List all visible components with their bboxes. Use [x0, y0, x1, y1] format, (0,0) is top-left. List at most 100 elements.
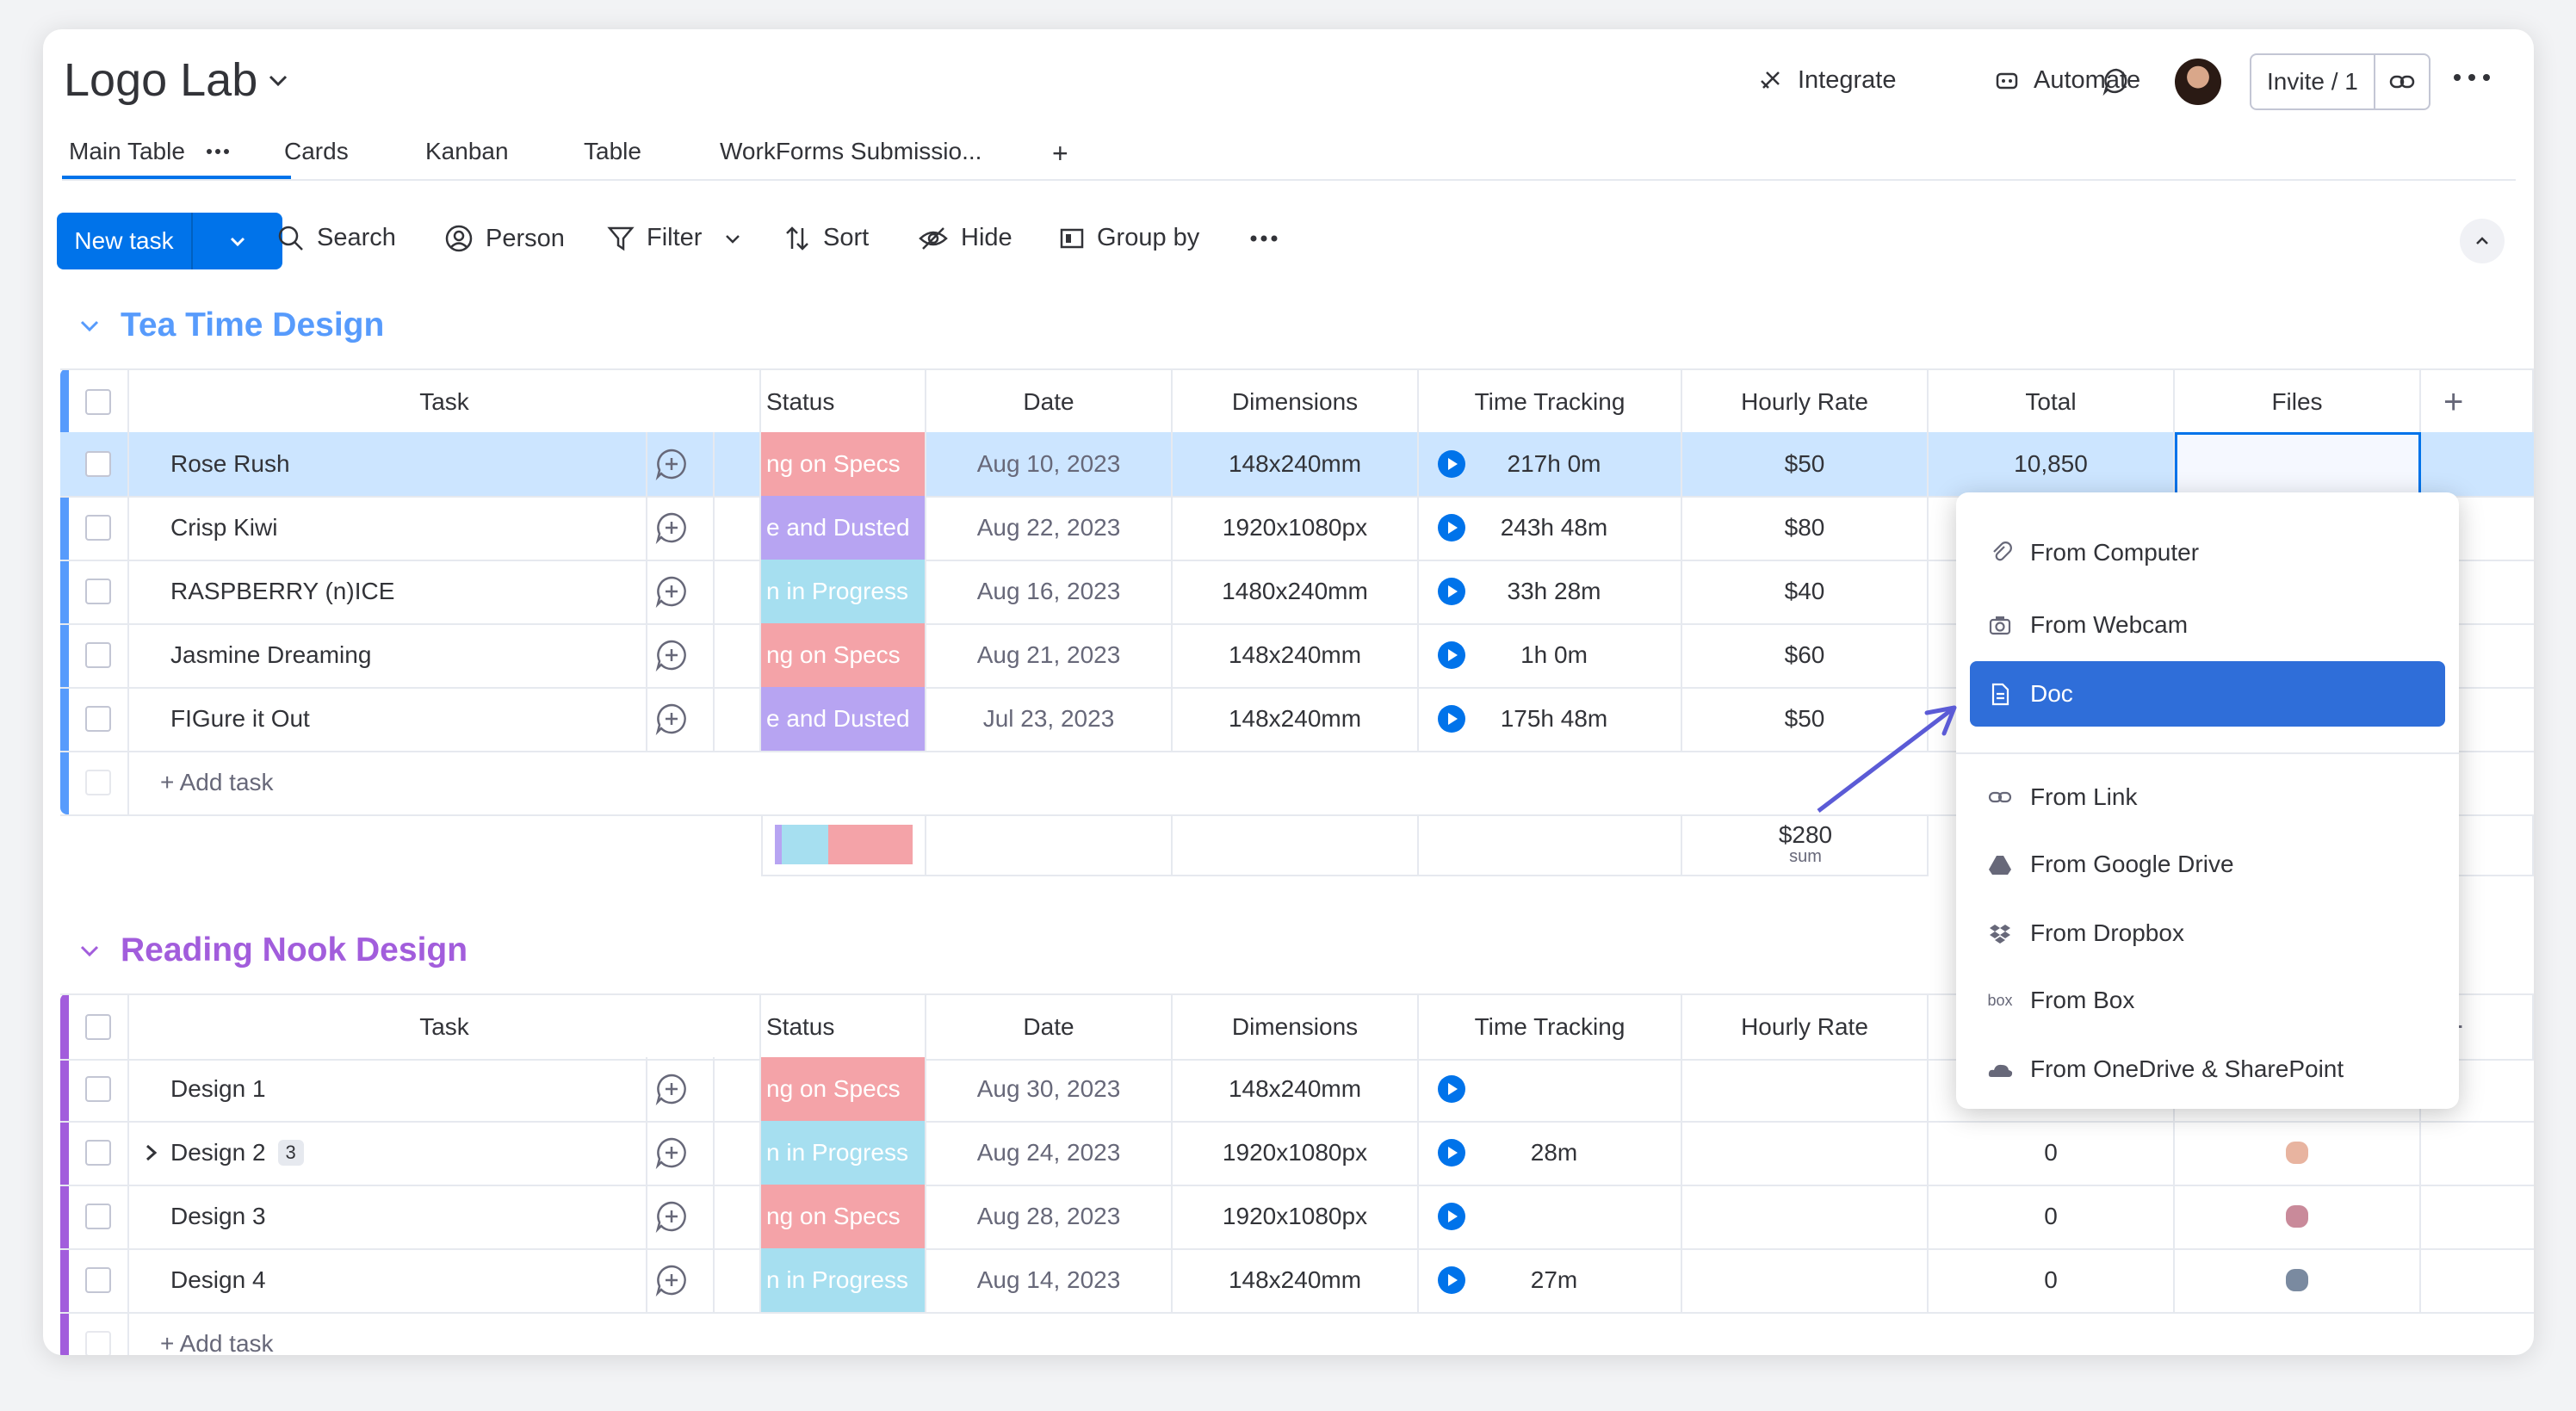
tab-cards[interactable]: Cards	[284, 138, 349, 165]
status-label[interactable]: n in Progress	[761, 1121, 926, 1185]
file-thumbnail[interactable]	[2286, 1205, 2308, 1228]
tab-table[interactable]: Table	[584, 138, 641, 165]
files-menu-item[interactable]: From Dropbox	[1970, 900, 2445, 966]
chevron-down-icon[interactable]	[77, 938, 102, 962]
status-label[interactable]: e and Dusted	[761, 496, 926, 560]
dimensions-cell[interactable]: 148x240mm	[1173, 432, 1419, 496]
task-name[interactable]: Design 3	[170, 1203, 266, 1230]
group-title[interactable]: Tea Time Design	[121, 306, 384, 344]
task-cell[interactable]: Design 2 3	[129, 1121, 715, 1185]
row-checkbox[interactable]	[85, 1267, 111, 1293]
row-checkbox-cell[interactable]	[69, 496, 129, 560]
row-checkbox-cell[interactable]	[69, 687, 129, 751]
date-cell[interactable]: Aug 30, 2023	[926, 1057, 1173, 1121]
row-checkbox-cell[interactable]	[69, 1121, 129, 1185]
status-label[interactable]: n in Progress	[761, 560, 926, 623]
task-cell[interactable]: RASPBERRY (n)ICE	[129, 560, 715, 623]
task-name[interactable]: RASPBERRY (n)ICE	[170, 578, 394, 605]
hourly-rate-cell[interactable]	[1682, 1121, 1929, 1185]
time-tracking-cell[interactable]: 175h 48m	[1419, 687, 1682, 751]
dimensions-cell[interactable]: 148x240mm	[1173, 623, 1419, 687]
task-cell[interactable]: Design 3	[129, 1185, 715, 1248]
row-checkbox-cell[interactable]	[69, 560, 129, 623]
task-name[interactable]: Jasmine Dreaming	[170, 641, 371, 669]
date-cell[interactable]: Jul 23, 2023	[926, 687, 1173, 751]
add-update-icon[interactable]	[654, 1263, 689, 1297]
row-checkbox[interactable]	[85, 1204, 111, 1229]
add-update-icon[interactable]	[654, 1072, 689, 1106]
add-task-row[interactable]: + Add task	[60, 1312, 2534, 1355]
status-label[interactable]: ng on Specs	[761, 432, 926, 496]
date-cell[interactable]: Aug 22, 2023	[926, 496, 1173, 560]
group-header-tea-time[interactable]: Tea Time Design	[77, 306, 384, 344]
row-checkbox[interactable]	[85, 1140, 111, 1166]
new-task-label[interactable]: New task	[57, 213, 193, 269]
subitems-count-badge[interactable]: 3	[277, 1140, 304, 1166]
group-header-reading-nook[interactable]: Reading Nook Design	[77, 931, 468, 969]
time-tracking-cell[interactable]: 28m	[1419, 1121, 1682, 1185]
task-cell[interactable]: Crisp Kiwi	[129, 496, 715, 560]
hourly-rate-cell[interactable]	[1682, 1185, 1929, 1248]
files-cell[interactable]	[2175, 1121, 2421, 1185]
task-cell[interactable]: Design 4	[129, 1248, 715, 1312]
play-icon[interactable]	[1438, 641, 1465, 669]
row-checkbox-cell[interactable]	[69, 1185, 129, 1248]
task-name[interactable]: Design 2	[170, 1139, 266, 1167]
date-cell[interactable]: Aug 24, 2023	[926, 1121, 1173, 1185]
files-menu-item[interactable]: From OneDrive & SharePoint	[1970, 1037, 2445, 1102]
add-task-cell[interactable]: + Add task	[129, 1312, 2534, 1355]
time-tracking-cell[interactable]	[1419, 1057, 1682, 1121]
dimensions-cell[interactable]: 148x240mm	[1173, 687, 1419, 751]
add-column-icon[interactable]: +	[2443, 383, 2463, 422]
dimensions-cell[interactable]: 1920x1080px	[1173, 1121, 1419, 1185]
status-summary-bar[interactable]	[775, 825, 913, 864]
task-cell[interactable]: FIGure it Out	[129, 687, 715, 751]
play-icon[interactable]	[1438, 1139, 1465, 1167]
filter-button[interactable]: Filter	[607, 224, 743, 252]
add-update-icon[interactable]	[654, 511, 689, 545]
play-icon[interactable]	[1438, 450, 1465, 478]
add-task-label[interactable]: + Add task	[160, 1330, 274, 1355]
task-name[interactable]: Design 4	[170, 1266, 266, 1294]
header-cell-add[interactable]: +	[2421, 370, 2534, 434]
new-task-dropdown[interactable]	[193, 213, 282, 269]
status-label[interactable]: ng on Specs	[761, 1057, 926, 1121]
hourly-rate-cell[interactable]: $50	[1682, 432, 1929, 496]
time-tracking-cell[interactable]: 217h 0m	[1419, 432, 1682, 496]
play-icon[interactable]	[1438, 1266, 1465, 1294]
tab-kanban[interactable]: Kanban	[425, 138, 509, 165]
tab-workforms[interactable]: WorkForms Submissio...	[720, 138, 981, 165]
select-all-checkbox[interactable]	[85, 1014, 111, 1040]
chevron-right-icon[interactable]	[143, 1142, 160, 1163]
row-checkbox[interactable]	[85, 706, 111, 732]
row-checkbox[interactable]	[85, 451, 111, 477]
header-cell-check[interactable]	[69, 370, 129, 434]
add-update-icon[interactable]	[654, 702, 689, 736]
more-options-icon[interactable]	[2450, 69, 2493, 86]
row-checkbox[interactable]	[85, 515, 111, 541]
task-name[interactable]: Design 1	[170, 1075, 266, 1103]
date-cell[interactable]: Aug 28, 2023	[926, 1185, 1173, 1248]
dimensions-cell[interactable]: 148x240mm	[1173, 1057, 1419, 1121]
date-cell[interactable]: Aug 14, 2023	[926, 1248, 1173, 1312]
task-name[interactable]: FIGure it Out	[170, 705, 310, 733]
task-name[interactable]: Crisp Kiwi	[170, 514, 277, 542]
tab-menu-icon[interactable]	[205, 146, 231, 157]
date-cell[interactable]: Aug 16, 2023	[926, 560, 1173, 623]
group-by-button[interactable]: Group by	[1059, 224, 1199, 252]
dimensions-cell[interactable]: 148x240mm	[1173, 1248, 1419, 1312]
add-update-icon[interactable]	[654, 1199, 689, 1234]
table-row[interactable]: Design 2 3 n in Progress Aug 24, 2023 1920x1…	[60, 1121, 2534, 1186]
header-cell-check[interactable]	[69, 995, 129, 1059]
files-cell[interactable]	[2175, 1185, 2421, 1248]
task-cell[interactable]: Jasmine Dreaming	[129, 623, 715, 687]
time-tracking-cell[interactable]: 1h 0m	[1419, 623, 1682, 687]
task-cell[interactable]: Rose Rush	[129, 432, 715, 496]
comment-icon[interactable]	[2101, 65, 2132, 96]
status-label[interactable]: n in Progress	[761, 1248, 926, 1312]
hide-button[interactable]: Hide	[918, 224, 1012, 252]
row-checkbox-cell[interactable]	[69, 1248, 129, 1312]
row-checkbox-cell[interactable]	[69, 432, 129, 496]
board-title[interactable]: Logo Lab	[64, 53, 257, 107]
files-menu-item[interactable]: From Link	[1970, 764, 2445, 830]
